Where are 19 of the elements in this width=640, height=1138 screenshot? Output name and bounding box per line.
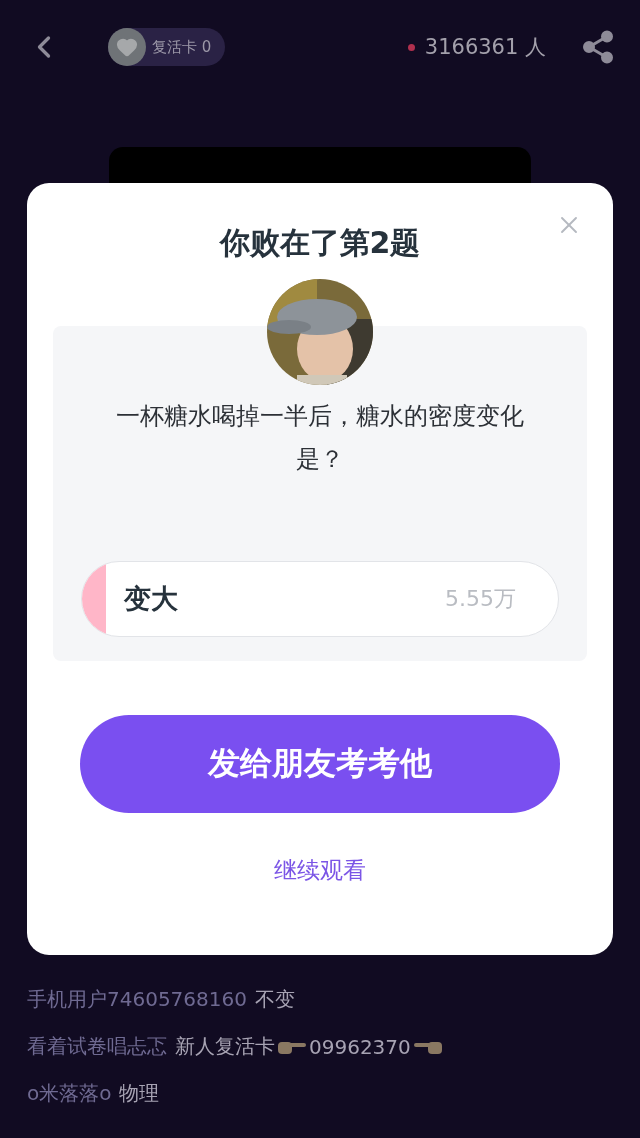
question-text: 一杯糖水喝掉一半后，糖水的密度变化是？ [115,401,525,475]
comment-text: 09962370 [309,1034,411,1059]
comment-text: 物理 [119,1080,160,1107]
answer-option[interactable]: 变大 5.55万 [81,561,559,637]
viewer-count: 3166361 人 [424,34,546,61]
share-icon [580,29,616,65]
vote-count: 5.55万 [445,585,516,613]
comment-text: 不变 [255,986,295,1013]
revive-card-badge[interactable]: 复活卡 0 [108,28,226,66]
comment-user: 手机用户74605768160 [27,986,247,1013]
comment-user: 看着试卷唱忐忑 [27,1033,167,1060]
continue-watching-link[interactable]: 继续观看 [274,855,366,886]
share-button[interactable] [580,29,616,65]
comment-user: o米落落o [27,1080,112,1107]
comment-text: 新人复活卡 [175,1033,275,1060]
share-to-friend-button[interactable]: 发给朋友考考他 [80,715,560,813]
revive-card-count: 复活卡 0 [152,37,212,57]
dialog-title: 你败在了第2题 [219,224,421,262]
live-dot [407,43,415,51]
